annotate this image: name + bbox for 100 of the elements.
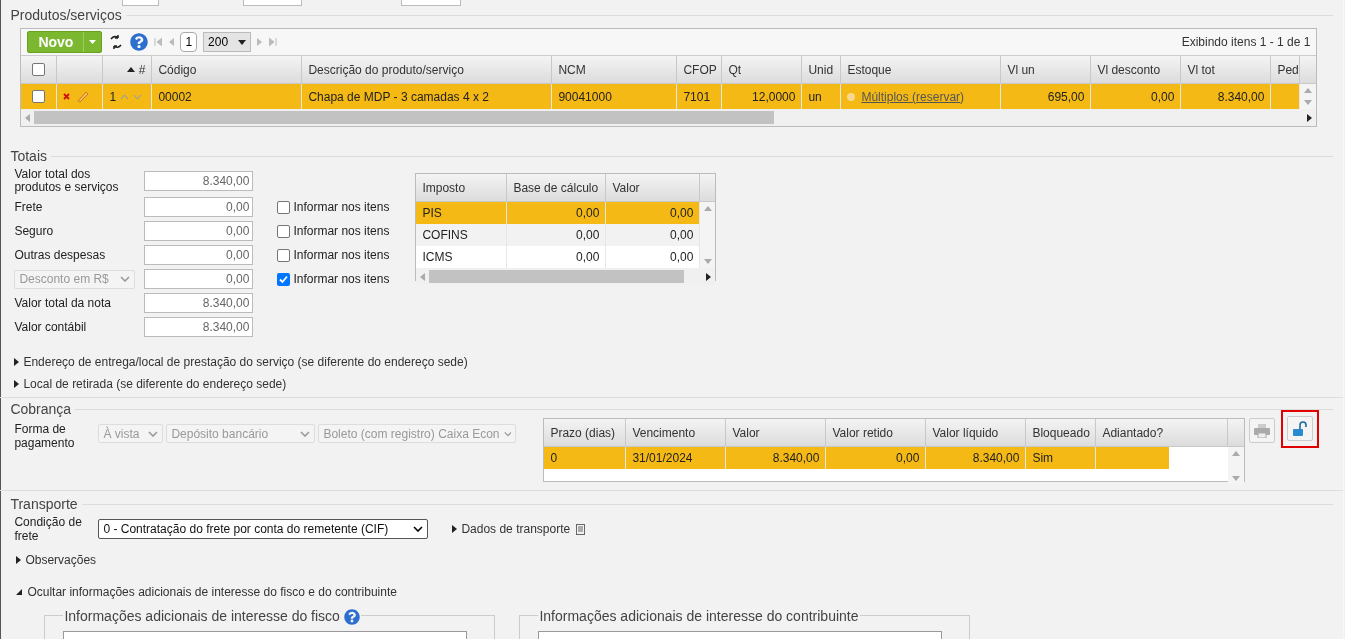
column-header[interactable]: Imposto bbox=[416, 174, 508, 201]
scroll-left-icon[interactable] bbox=[420, 272, 426, 281]
column-header[interactable]: NCM bbox=[552, 56, 678, 83]
section-title: Cobrança bbox=[10, 399, 72, 419]
column-header[interactable]: Vl un bbox=[1001, 56, 1092, 83]
section-toggle[interactable]: Local de retirada (se diferente do endereço sede) bbox=[14, 375, 1344, 393]
first-page-icon[interactable] bbox=[154, 38, 163, 46]
column-header[interactable]: Unid bbox=[802, 56, 842, 83]
checkbox[interactable] bbox=[277, 200, 291, 214]
checkbox-option[interactable]: Informar nos itens bbox=[277, 270, 390, 288]
unlock-button[interactable] bbox=[1287, 416, 1314, 441]
table-cell: Sim bbox=[1026, 447, 1097, 469]
horizontal-scrollbar[interactable] bbox=[416, 268, 716, 285]
dropdown-arrow-icon[interactable] bbox=[89, 40, 97, 44]
chevron-down-icon bbox=[120, 276, 131, 282]
previous-page-icon[interactable] bbox=[168, 38, 175, 46]
checkbox-option[interactable]: Informar nos itens bbox=[277, 222, 390, 240]
print-button[interactable] bbox=[1249, 418, 1276, 443]
table-row[interactable]: 1 00002 Chapa de MDP - 3 camadas 4 x 2 90041000 7101 12,0000 un Múltiplos (reservar) 695,00 0,00 8.340,00 bbox=[21, 84, 1317, 109]
checkbox[interactable] bbox=[277, 272, 291, 286]
chevron-down-icon bbox=[413, 526, 424, 532]
input-field[interactable]: 0,00 bbox=[144, 221, 254, 241]
column-header[interactable]: Vencimento bbox=[626, 419, 727, 446]
checkbox[interactable] bbox=[277, 224, 291, 238]
document-icon[interactable] bbox=[576, 523, 586, 535]
expand-triangle-icon bbox=[14, 380, 20, 388]
chevron-down-icon bbox=[300, 430, 311, 437]
vertical-scrollbar[interactable] bbox=[700, 202, 716, 268]
column-header[interactable]: Valor bbox=[726, 419, 827, 446]
column-header[interactable]: # bbox=[103, 56, 153, 83]
scroll-up-icon[interactable] bbox=[1232, 451, 1241, 456]
refresh-icon[interactable] bbox=[108, 35, 125, 49]
table-row[interactable]: COFINS 0,00 0,00 bbox=[416, 224, 701, 246]
checkbox[interactable] bbox=[32, 90, 46, 103]
unlocked-padlock-icon bbox=[1292, 420, 1309, 437]
input-field[interactable] bbox=[122, 0, 160, 6]
checkbox-option[interactable]: Informar nos itens bbox=[277, 198, 390, 216]
section-title: Transporte bbox=[10, 494, 78, 514]
input-field[interactable]: 8.340,00 bbox=[144, 171, 254, 191]
scroll-up-icon[interactable] bbox=[1304, 88, 1313, 93]
column-header[interactable]: Descrição do produto/serviço bbox=[302, 56, 553, 83]
scroll-up-icon[interactable] bbox=[703, 206, 712, 211]
column-header[interactable]: Vl desconto bbox=[1091, 56, 1182, 83]
column-header[interactable]: Valor bbox=[606, 174, 701, 201]
scroll-down-icon[interactable] bbox=[703, 259, 712, 264]
column-header[interactable]: Prazo (dias) bbox=[544, 419, 627, 446]
table-cell: 31/01/2024 bbox=[626, 447, 727, 469]
section-title: Totais bbox=[10, 146, 47, 166]
column-header[interactable]: Bloqueado bbox=[1026, 419, 1097, 446]
section-toggle[interactable]: Dados de transporte bbox=[452, 520, 571, 538]
scroll-right-icon[interactable] bbox=[1307, 113, 1313, 122]
column-header[interactable]: Valor retido bbox=[826, 419, 927, 446]
page-size-select[interactable]: 200 bbox=[203, 32, 252, 52]
help-icon[interactable] bbox=[343, 608, 360, 625]
next-page-icon[interactable] bbox=[257, 38, 264, 46]
column-header[interactable]: Código bbox=[152, 56, 303, 83]
column-header[interactable]: Vl tot bbox=[1181, 56, 1272, 83]
pencil-icon[interactable] bbox=[76, 90, 90, 103]
scroll-left-icon[interactable] bbox=[25, 113, 31, 122]
column-header[interactable]: Qt bbox=[722, 56, 803, 83]
column-header[interactable]: Valor líquido bbox=[926, 419, 1027, 446]
table-row[interactable]: 0 31/01/2024 8.340,00 0,00 8.340,00 Sim bbox=[544, 447, 1170, 469]
table-row[interactable]: PIS 0,00 0,00 bbox=[416, 202, 701, 224]
scroll-down-icon[interactable] bbox=[1304, 100, 1313, 105]
checkbox[interactable] bbox=[32, 63, 46, 76]
panel-title: Informações adicionais de interesse do fisco bbox=[64, 607, 340, 626]
checkbox[interactable] bbox=[277, 248, 291, 262]
dropdown-arrow-icon bbox=[238, 39, 247, 45]
move-down-icon[interactable] bbox=[133, 93, 143, 100]
input-field[interactable]: 0,00 bbox=[144, 245, 254, 265]
section-toggle[interactable]: Observações bbox=[16, 551, 97, 569]
delete-icon[interactable] bbox=[63, 93, 71, 100]
input-field[interactable] bbox=[243, 0, 303, 6]
scroll-right-icon[interactable] bbox=[706, 272, 712, 281]
input-field[interactable] bbox=[401, 0, 462, 6]
move-up-icon[interactable] bbox=[120, 93, 130, 100]
field-label: Valor total dos produtos e serviços bbox=[14, 168, 120, 194]
last-page-icon[interactable] bbox=[269, 38, 278, 46]
section-toggle[interactable]: Ocultar informações adicionais de interesse do fisco e do contribuinte bbox=[16, 583, 397, 601]
freight-select[interactable]: 0 - Contratação do frete por conta do remetente (CIF) bbox=[98, 519, 429, 539]
field-label: Seguro bbox=[14, 224, 55, 238]
column-header[interactable]: Pedi bbox=[1271, 56, 1301, 83]
column-header[interactable]: Base de cálculo bbox=[507, 174, 607, 201]
field-label: Valor contábil bbox=[14, 320, 88, 334]
input-field[interactable]: 0,00 bbox=[144, 197, 254, 217]
column-header[interactable]: CFOP bbox=[677, 56, 723, 83]
vertical-scrollbar[interactable] bbox=[1228, 447, 1245, 485]
help-icon[interactable] bbox=[130, 33, 149, 51]
checkbox-option[interactable]: Informar nos itens bbox=[277, 246, 390, 264]
stock-link[interactable]: Múltiplos (reservar) bbox=[861, 87, 965, 106]
printer-icon bbox=[1254, 423, 1271, 438]
input-field[interactable]: 8.340,00 bbox=[144, 317, 254, 337]
column-header[interactable]: Adiantado? bbox=[1096, 419, 1229, 446]
input-field[interactable]: 0,00 bbox=[144, 269, 254, 289]
section-toggle[interactable]: Endereço de entrega/local de prestação do serviço (se diferente do endereço sede) bbox=[14, 353, 1344, 371]
input-field[interactable]: 8.340,00 bbox=[144, 293, 254, 313]
scroll-down-icon[interactable] bbox=[1232, 476, 1241, 481]
column-header[interactable]: Estoque bbox=[841, 56, 1002, 83]
horizontal-scrollbar[interactable] bbox=[21, 109, 1317, 126]
page-field[interactable]: 1 bbox=[180, 32, 198, 52]
